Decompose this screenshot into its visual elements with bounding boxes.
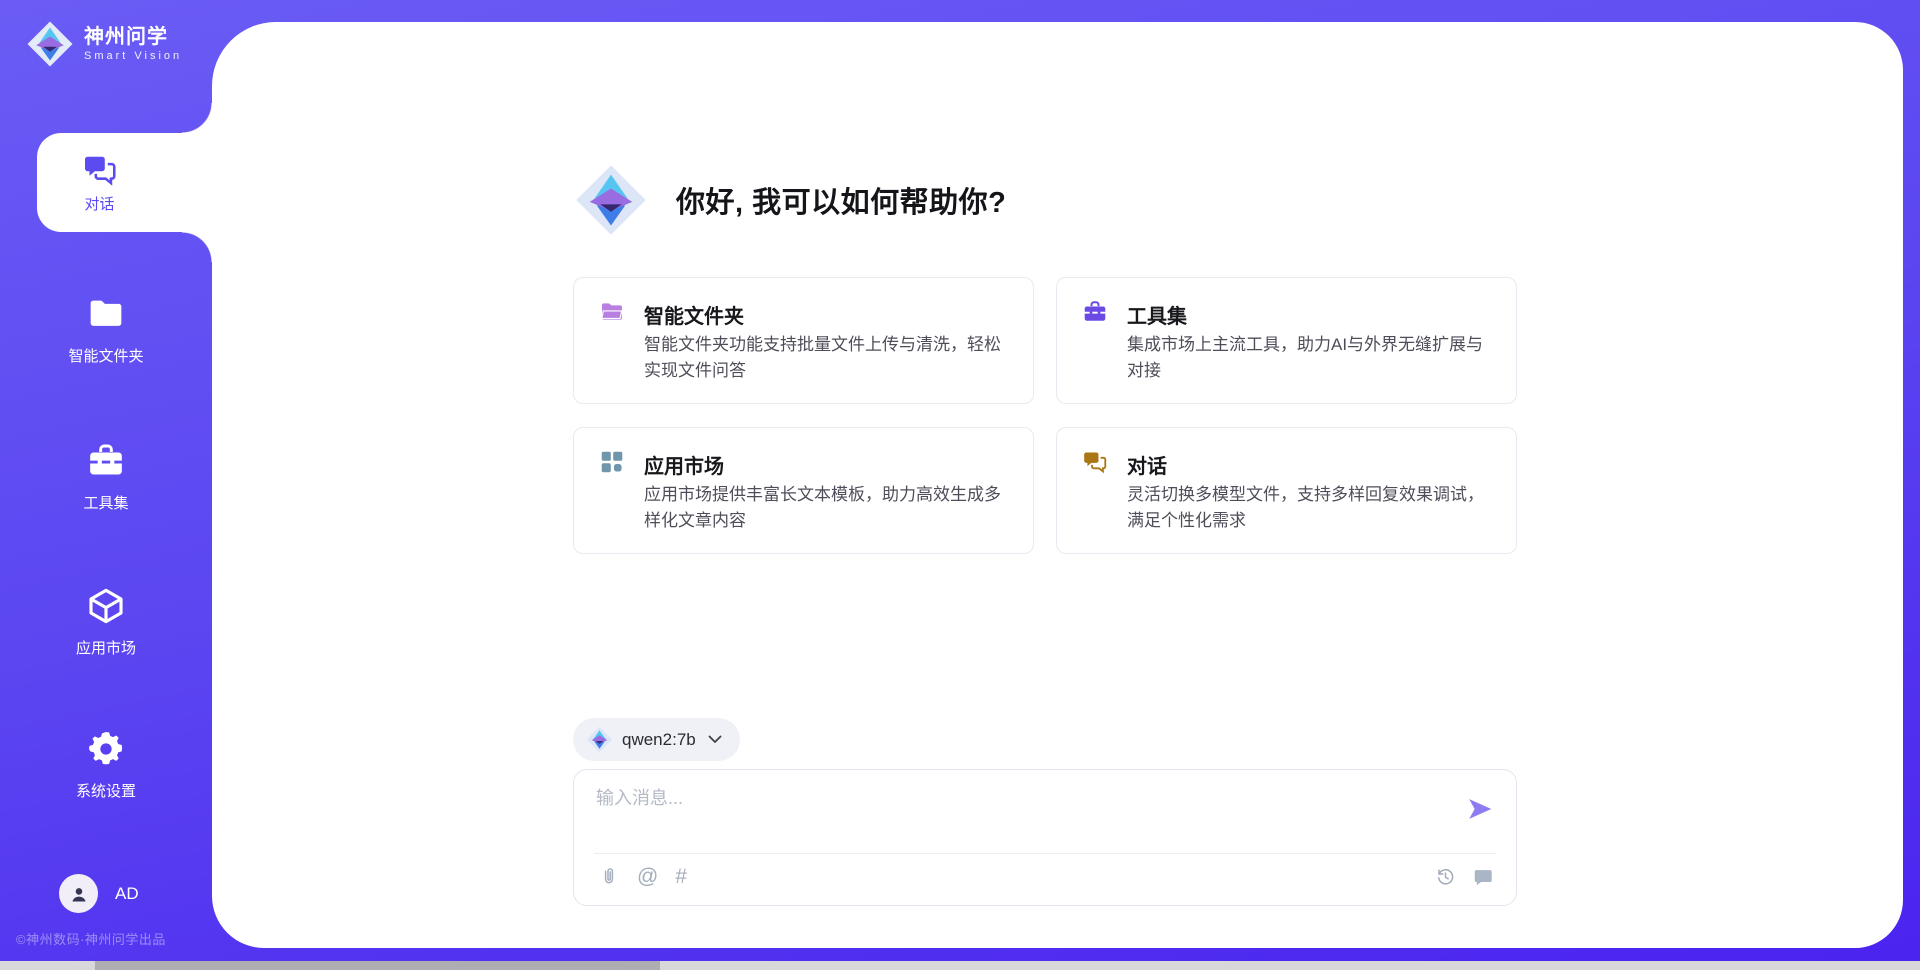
brand-diamond-logo-icon — [26, 20, 74, 68]
chat-icon — [1082, 449, 1108, 475]
sidebar-item-app-market[interactable]: 应用市场 — [0, 586, 212, 658]
card-description: 灵活切换多模型文件，支持多样回复效果调试，满足个性化需求 — [1127, 482, 1495, 534]
user-account[interactable]: AD — [59, 874, 139, 913]
app-screen: 神州问学 Smart Vision 对话 智能文件夹 — [0, 0, 1920, 970]
scrollbar-thumb[interactable] — [95, 961, 660, 970]
active-tab-curve-top — [182, 103, 212, 133]
send-icon[interactable] — [1466, 795, 1494, 823]
brand: 神州问学 Smart Vision — [26, 20, 182, 68]
card-toolset[interactable]: 工具集 集成市场上主流工具，助力AI与外界无缝扩展与对接 — [1056, 277, 1517, 404]
sidebar-item-settings[interactable]: 系统设置 — [0, 729, 212, 801]
horizontal-scrollbar[interactable] — [0, 961, 1920, 970]
card-description: 智能文件夹功能支持批量文件上传与清洗，轻松实现文件问答 — [644, 332, 1012, 384]
greeting-title: 你好, 我可以如何帮助你? — [676, 179, 1006, 221]
composer-tools-right — [1435, 866, 1494, 888]
sidebar-item-label: 智能文件夹 — [0, 345, 212, 366]
sidebar-footer-credit: ©神州数码·神州问学出品 — [16, 929, 166, 948]
card-title: 对话 — [1127, 450, 1167, 479]
sidebar-item-smart-folder[interactable]: 智能文件夹 — [0, 294, 212, 366]
greeting: 你好, 我可以如何帮助你? — [574, 163, 1006, 237]
chevron-down-icon — [708, 735, 722, 744]
card-description: 应用市场提供丰富长文本模板，助力高效生成多样化文章内容 — [644, 482, 1012, 534]
card-chat[interactable]: 对话 灵活切换多模型文件，支持多样回复效果调试，满足个性化需求 — [1056, 427, 1517, 554]
chat-icon — [82, 152, 118, 188]
sidebar-item-label: 工具集 — [0, 492, 212, 513]
sidebar-item-label: 系统设置 — [0, 780, 212, 801]
sidebar-item-toolset[interactable]: 工具集 — [0, 441, 212, 513]
card-app-market[interactable]: 应用市场 应用市场提供丰富长文本模板，助力高效生成多样化文章内容 — [573, 427, 1034, 554]
gear-icon — [86, 729, 126, 769]
feature-cards: 智能文件夹 智能文件夹功能支持批量文件上传与清洗，轻松实现文件问答 工具集 集成… — [573, 277, 1517, 554]
composer-divider — [594, 853, 1496, 854]
mention-icon[interactable]: @ — [637, 866, 658, 888]
model-selector[interactable]: qwen2:7b — [573, 718, 740, 761]
composer-tools-left: @ # — [598, 866, 687, 888]
card-smart-folder[interactable]: 智能文件夹 智能文件夹功能支持批量文件上传与清洗，轻松实现文件问答 — [573, 277, 1034, 404]
toolbox-icon — [86, 441, 126, 481]
greeting-diamond-logo-icon — [574, 163, 648, 237]
sidebar-item-label: 对话 — [84, 193, 114, 214]
model-diamond-logo-icon — [586, 726, 613, 753]
hashtag-icon[interactable]: # — [675, 866, 687, 888]
briefcase-icon — [1082, 299, 1108, 325]
user-name: AD — [115, 884, 139, 904]
sidebar-item-chat[interactable]: 对话 — [37, 133, 212, 232]
chat-bubble-icon[interactable] — [1472, 866, 1494, 888]
card-title: 工具集 — [1127, 300, 1187, 329]
avatar — [59, 874, 98, 913]
cube-icon — [86, 586, 126, 626]
app-subtitle: Smart Vision — [84, 49, 182, 63]
app-title: 神州问学 — [84, 25, 182, 49]
apps-grid-icon — [599, 449, 625, 475]
card-title: 应用市场 — [644, 450, 724, 479]
model-name: qwen2:7b — [622, 730, 696, 750]
history-icon[interactable] — [1435, 866, 1457, 888]
card-description: 集成市场上主流工具，助力AI与外界无缝扩展与对接 — [1127, 332, 1495, 384]
sidebar-item-label: 应用市场 — [0, 637, 212, 658]
paperclip-icon[interactable] — [598, 866, 620, 888]
folder-icon — [86, 294, 126, 334]
message-composer: @ # — [573, 769, 1517, 906]
active-tab-curve-bottom — [182, 232, 212, 262]
folder-icon — [599, 299, 625, 325]
card-title: 智能文件夹 — [644, 300, 744, 329]
message-input[interactable] — [596, 784, 1436, 844]
